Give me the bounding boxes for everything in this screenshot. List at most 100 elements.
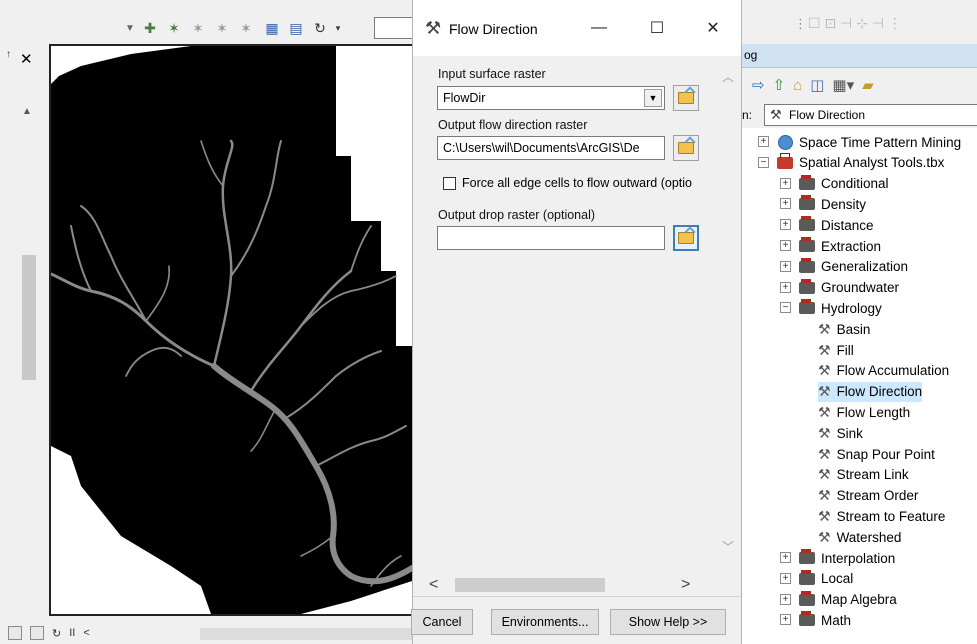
show-help-button[interactable]: Show Help >> xyxy=(610,609,726,635)
dialog-titlebar[interactable]: ⚒ Flow Direction — ☐ ✕ xyxy=(413,0,741,56)
tree-expander[interactable]: + xyxy=(780,614,791,626)
tree-item[interactable]: ⚒ Flow Length xyxy=(818,402,910,422)
edit-tool-icon[interactable]: ☐ ⊡ ⊣ ⊹ ⊣ ⋮ xyxy=(808,15,902,32)
back-icon[interactable]: < xyxy=(83,627,89,639)
cancel-button[interactable]: Cancel xyxy=(411,609,473,635)
chevron-down-icon[interactable]: ﹀ xyxy=(722,538,734,555)
tree-item[interactable]: Groundwater xyxy=(798,278,899,298)
chevron-down-icon[interactable]: ▼ xyxy=(644,89,662,107)
tree-item[interactable]: Conditional xyxy=(798,174,889,194)
table-icon[interactable]: ▤ xyxy=(286,18,306,38)
tree-item[interactable]: ⚒ Sink xyxy=(818,423,863,443)
rotate-icon[interactable]: ↻ xyxy=(310,18,330,38)
reshape-icon[interactable]: ✶ xyxy=(188,18,208,38)
input-surface-combobox[interactable]: FlowDir ▼ xyxy=(437,86,665,110)
tree-item[interactable]: Local xyxy=(798,569,853,589)
tree-expander[interactable]: + xyxy=(780,260,791,272)
tree-expander[interactable]: + xyxy=(780,219,791,231)
map-window: ▼ ✚ ✶ ✶ ✶ ✶ ▦ ▤ ↻ ▾ ↑ ✕ ▲ ↻ II < xyxy=(0,0,414,644)
tree-expander[interactable]: + xyxy=(780,572,791,584)
tree-item[interactable]: ⚒ Stream to Feature xyxy=(818,506,945,526)
map-horizontal-scrollbar[interactable] xyxy=(200,628,412,640)
force-edge-checkbox[interactable] xyxy=(443,177,456,190)
tree-item[interactable]: Hydrology xyxy=(798,298,882,318)
tree-item[interactable]: ⚒ Stream Link xyxy=(818,465,909,485)
toolset-icon xyxy=(798,611,816,628)
tree-expander[interactable]: − xyxy=(780,302,791,314)
hammer-icon: ⚒ xyxy=(818,487,831,504)
close-button[interactable]: ✕ xyxy=(695,15,731,41)
tree-expander[interactable]: + xyxy=(780,281,791,293)
map-display[interactable] xyxy=(49,44,412,616)
chevron-left-icon[interactable]: < xyxy=(429,576,438,594)
tree-expander[interactable]: + xyxy=(780,240,791,251)
chevron-right-icon[interactable]: > xyxy=(681,576,690,594)
force-edge-label[interactable]: Force all edge cells to flow outward (op… xyxy=(462,176,692,190)
location-input[interactable]: ⚒ Flow Direction xyxy=(764,104,977,126)
tree-item[interactable]: ⚒ Flow Direction xyxy=(818,381,923,402)
browse-input-button[interactable] xyxy=(673,85,699,111)
tree-item[interactable]: Interpolation xyxy=(798,548,895,568)
new-folder-icon[interactable]: ▰ xyxy=(862,76,874,94)
views-icon[interactable]: ▦▾ xyxy=(832,76,854,94)
chevron-up-icon[interactable]: ︿ xyxy=(722,68,734,85)
tree-expander[interactable]: + xyxy=(780,593,791,605)
browse-output-drop-button[interactable] xyxy=(673,225,699,251)
output-flow-input[interactable]: C:\Users\wil\Documents\ArcGIS\De xyxy=(437,136,665,160)
tree-expander[interactable]: + xyxy=(780,198,791,210)
attributes-icon[interactable]: ▦ xyxy=(262,18,282,38)
split-icon[interactable]: ✶ xyxy=(236,18,256,38)
scroll-thumb[interactable] xyxy=(455,578,605,592)
edit-vertices-icon[interactable]: ✶ xyxy=(164,18,184,38)
tree-item[interactable]: ⚒ Stream Order xyxy=(818,486,918,506)
add-vertex-icon[interactable]: ✚ xyxy=(140,18,160,38)
environments-button[interactable]: Environments... xyxy=(491,609,599,635)
cut-polygon-icon[interactable]: ✶ xyxy=(212,18,232,38)
dialog-horizontal-scrollbar[interactable]: < > xyxy=(413,574,713,596)
scroll-up-icon[interactable]: ▲ xyxy=(22,106,32,117)
tree-item[interactable]: Density xyxy=(798,194,866,214)
tree-expander[interactable]: − xyxy=(758,156,769,168)
tree-expander[interactable]: + xyxy=(758,136,769,147)
maximize-button[interactable]: ☐ xyxy=(639,15,675,41)
tree-item[interactable]: ⚒ Fill xyxy=(818,340,854,360)
tree-expander[interactable]: + xyxy=(780,552,791,563)
forward-icon[interactable]: ⇨ xyxy=(752,76,765,94)
home-icon[interactable]: ⌂ xyxy=(793,77,802,94)
tree-item[interactable]: Distance xyxy=(798,215,874,235)
toc-scrollbar[interactable]: ▲ xyxy=(18,100,38,620)
output-drop-input[interactable] xyxy=(437,226,665,250)
data-view-button[interactable] xyxy=(8,626,22,640)
chevron-down-icon[interactable]: ▼ xyxy=(120,18,140,38)
toolset-icon xyxy=(798,549,816,566)
tree-item[interactable]: Math xyxy=(798,610,851,630)
tree-item[interactable]: Space Time Pattern Mining xyxy=(776,132,961,152)
tree-item[interactable]: Extraction xyxy=(798,236,881,256)
minimize-button[interactable]: — xyxy=(581,15,617,41)
tree-item[interactable]: Map Algebra xyxy=(798,590,897,610)
dialog-title: Flow Direction xyxy=(449,21,538,37)
hammer-icon: ⚒ xyxy=(818,362,831,379)
tree-item[interactable]: ⚒ Flow Accumulation xyxy=(818,361,949,381)
toolbox-icon xyxy=(776,152,794,171)
close-icon[interactable]: ✕ xyxy=(20,50,33,68)
tree-item[interactable]: ⚒ Watershed xyxy=(818,527,901,547)
browse-output-flow-button[interactable] xyxy=(673,135,699,161)
toolbar-handle-icon[interactable]: ⋮ xyxy=(794,16,807,32)
pause-icon[interactable]: II xyxy=(69,627,75,639)
refresh-icon[interactable]: ↻ xyxy=(52,627,61,640)
scroll-thumb[interactable] xyxy=(22,255,36,380)
connect-folder-icon[interactable]: ◫ xyxy=(810,76,824,94)
tree-expander[interactable]: + xyxy=(780,177,791,189)
tree-item[interactable]: Spatial Analyst Tools.tbx xyxy=(776,152,944,173)
tree-item[interactable]: ⚒ Basin xyxy=(818,319,870,339)
layout-view-button[interactable] xyxy=(30,626,44,640)
tree-item[interactable]: Generalization xyxy=(798,257,908,277)
scale-input[interactable] xyxy=(374,17,414,39)
dropdown-arrow-icon[interactable]: ▾ xyxy=(328,18,348,38)
up-one-level-icon[interactable]: ⇧ xyxy=(773,76,786,94)
tree-item-label: Basin xyxy=(836,321,871,337)
dialog-vertical-scrollbar[interactable]: ︿ ﹀ xyxy=(716,56,740,586)
tree-item[interactable]: ⚒ Snap Pour Point xyxy=(818,444,935,464)
tree-item-label: Distance xyxy=(821,217,874,233)
